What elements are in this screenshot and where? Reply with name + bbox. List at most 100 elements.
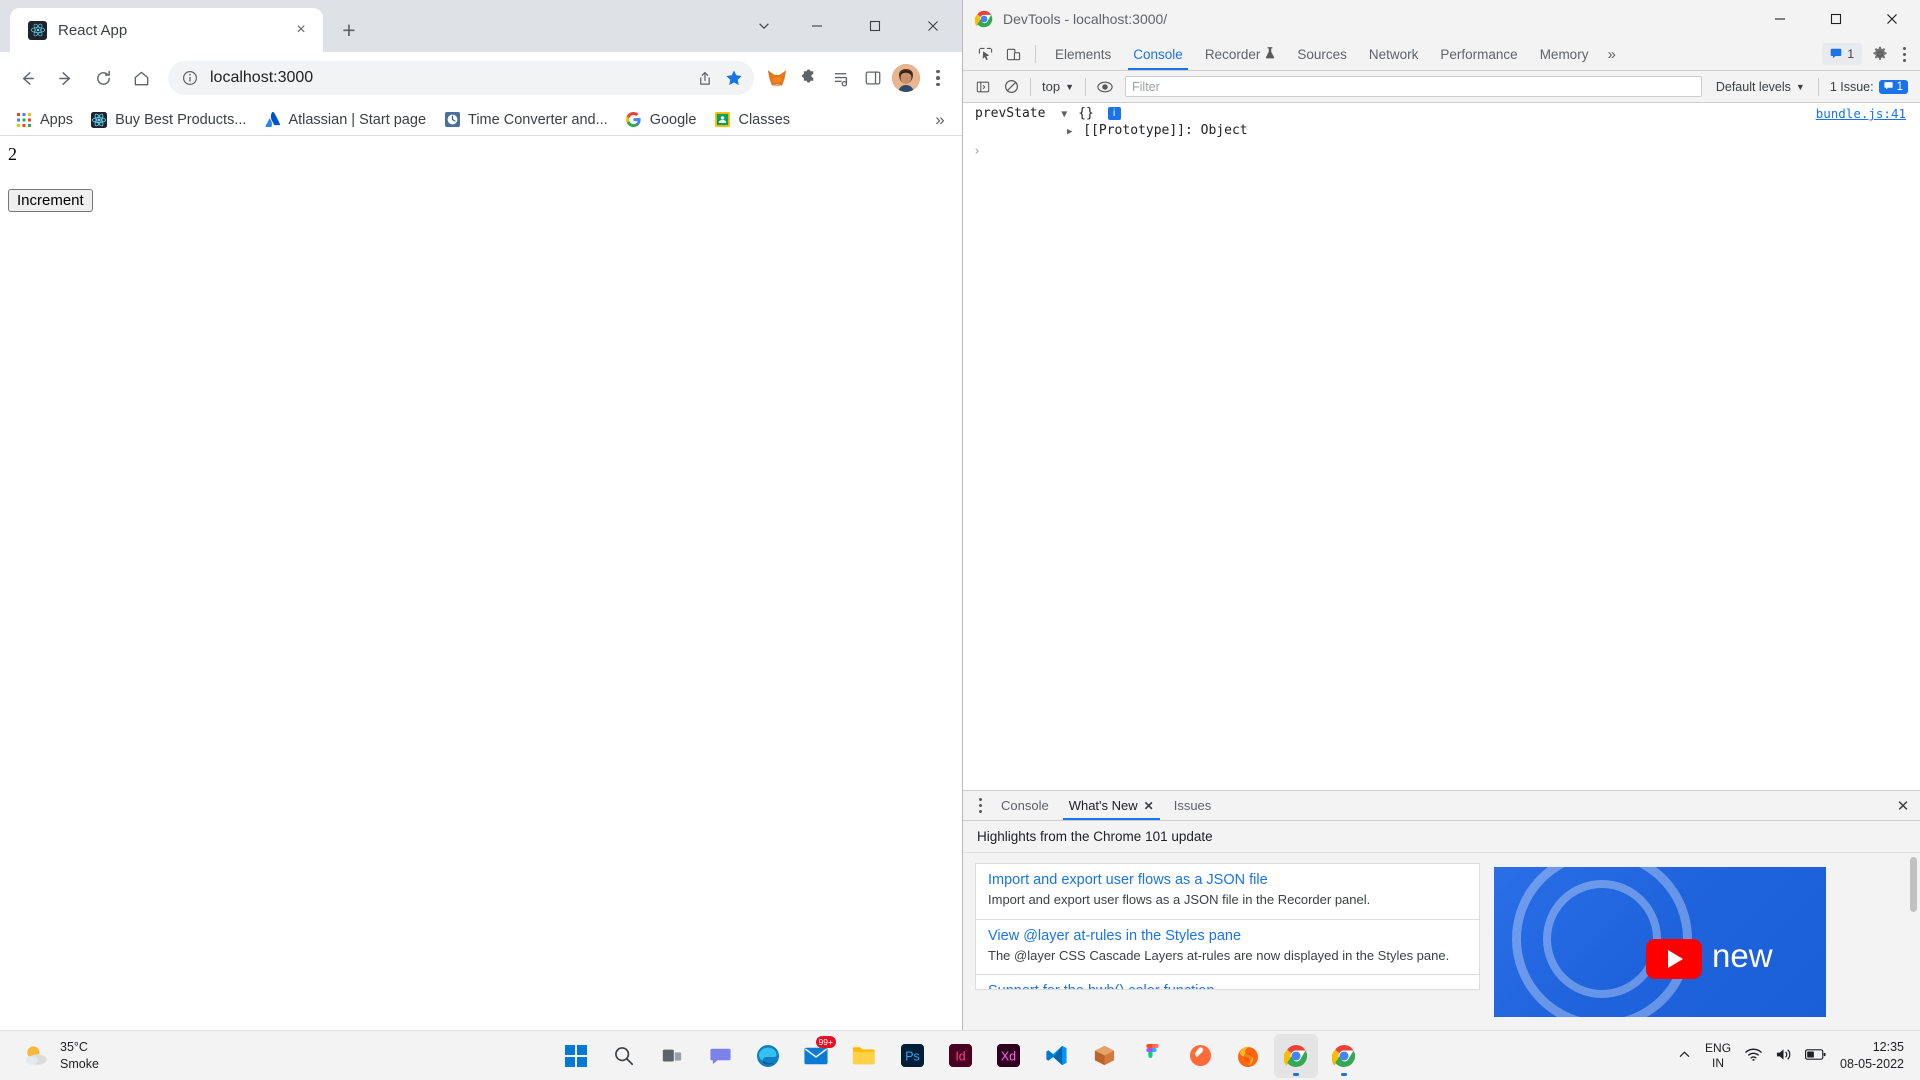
maximize-button[interactable] xyxy=(846,0,904,52)
file-explorer-icon[interactable] xyxy=(842,1034,886,1078)
expand-triangle-icon[interactable]: ▼ xyxy=(1061,109,1067,120)
language-indicator[interactable]: ENG IN xyxy=(1705,1041,1731,1071)
reload-button[interactable] xyxy=(86,61,120,95)
log-levels-selector[interactable]: Default levels ▼ xyxy=(1708,80,1813,94)
whats-new-video-thumbnail[interactable]: new xyxy=(1494,867,1826,1017)
collapse-triangle-icon[interactable]: ▶ xyxy=(1067,127,1072,137)
package-icon[interactable] xyxy=(1082,1034,1126,1078)
back-button[interactable] xyxy=(10,61,44,95)
new-tab-button[interactable]: + xyxy=(334,15,364,45)
device-toolbar-icon[interactable] xyxy=(999,38,1027,70)
wifi-icon[interactable] xyxy=(1745,1047,1762,1065)
close-icon[interactable]: × xyxy=(289,18,313,42)
console-log-entry[interactable]: prevState ▼ {} i bundle.js:41 xyxy=(963,103,1920,121)
metamask-fox-icon[interactable] xyxy=(762,63,792,93)
indesign-icon[interactable]: Id xyxy=(938,1034,982,1078)
mail-icon[interactable]: 99+ xyxy=(794,1034,838,1078)
battery-icon[interactable] xyxy=(1805,1048,1826,1064)
message-count-badge[interactable]: 1 xyxy=(1822,43,1862,65)
scrollbar-thumb[interactable] xyxy=(1910,857,1917,912)
tab-recorder[interactable]: Recorder xyxy=(1194,38,1287,70)
bookmark-google[interactable]: Google xyxy=(618,107,705,133)
info-badge-icon[interactable]: i xyxy=(1107,107,1121,120)
volume-icon[interactable] xyxy=(1775,1047,1792,1065)
gear-icon[interactable] xyxy=(1866,46,1894,62)
whats-new-scrollbar[interactable] xyxy=(1909,857,1918,1026)
home-button[interactable] xyxy=(124,61,158,95)
drawer-tab-console[interactable]: Console xyxy=(991,791,1059,820)
info-circle-icon[interactable] xyxy=(182,70,198,86)
devtools-close-button[interactable] xyxy=(1864,0,1920,38)
tab-performance[interactable]: Performance xyxy=(1429,38,1528,70)
drawer-tab-issues[interactable]: Issues xyxy=(1164,791,1222,820)
clear-console-icon[interactable] xyxy=(997,74,1025,100)
console-source-link[interactable]: bundle.js:41 xyxy=(1816,106,1906,121)
tab-memory[interactable]: Memory xyxy=(1529,38,1600,70)
bookmark-buy-best-products[interactable]: Buy Best Products... xyxy=(83,107,254,133)
execution-context-selector[interactable]: top ▼ xyxy=(1036,79,1080,94)
drawer-more-menu[interactable] xyxy=(969,791,991,820)
star-filled-icon[interactable] xyxy=(720,64,748,92)
console-filter-input[interactable]: Filter xyxy=(1125,76,1702,97)
card-title[interactable]: View @layer at-rules in the Styles pane xyxy=(988,928,1467,944)
taskbar-weather-widget[interactable]: 35°C Smoke xyxy=(0,1039,250,1073)
bookmark-classes[interactable]: Classes xyxy=(706,107,798,133)
card-title[interactable]: Support for the hwb() color function xyxy=(988,983,1467,989)
whats-new-card[interactable]: Import and export user flows as a JSON f… xyxy=(975,863,1480,920)
reading-list-icon[interactable] xyxy=(826,63,856,93)
three-dot-menu[interactable] xyxy=(924,63,952,93)
drawer-close-button[interactable]: ✕ xyxy=(1886,791,1920,820)
firefox-icon[interactable] xyxy=(1226,1034,1270,1078)
bookmark-time-converter[interactable]: Time Converter and... xyxy=(436,107,616,133)
devtools-minimize-button[interactable] xyxy=(1752,0,1808,38)
chevron-down-icon[interactable] xyxy=(740,0,788,52)
drawer-tab-whats-new[interactable]: What's New ✕ xyxy=(1059,791,1164,820)
devtools-more-menu[interactable] xyxy=(1894,46,1914,62)
whats-new-card[interactable]: View @layer at-rules in the Styles pane … xyxy=(975,918,1480,976)
xd-icon[interactable]: Xd xyxy=(986,1034,1030,1078)
minimize-button[interactable] xyxy=(788,0,846,52)
tab-elements[interactable]: Elements xyxy=(1044,38,1122,70)
chat-teams-icon[interactable] xyxy=(698,1034,742,1078)
tab-console[interactable]: Console xyxy=(1122,38,1194,70)
share-icon[interactable] xyxy=(690,64,718,92)
increment-button[interactable]: Increment xyxy=(8,189,93,212)
chrome-icon[interactable] xyxy=(1274,1033,1318,1078)
bookmark-apps[interactable]: Apps xyxy=(8,107,81,133)
tabs-overflow-button[interactable]: » xyxy=(1599,38,1623,70)
figma-icon[interactable] xyxy=(1130,1034,1174,1078)
bookmarks-overflow-button[interactable]: » xyxy=(928,108,952,132)
close-icon[interactable]: ✕ xyxy=(1144,799,1154,813)
postman-icon[interactable] xyxy=(1178,1034,1222,1078)
console-sidebar-icon[interactable] xyxy=(969,74,997,100)
vscode-icon[interactable] xyxy=(1034,1034,1078,1078)
side-panel-icon[interactable] xyxy=(858,63,888,93)
forward-button[interactable] xyxy=(48,61,82,95)
puzzle-extension-icon[interactable] xyxy=(794,63,824,93)
inspect-element-icon[interactable] xyxy=(971,38,999,70)
issues-counter[interactable]: 1 Issue: 1 xyxy=(1824,79,1914,94)
console-input-prompt[interactable]: › xyxy=(963,138,1920,159)
play-button-icon[interactable] xyxy=(1646,939,1702,979)
search-icon[interactable] xyxy=(602,1034,646,1078)
live-expression-icon[interactable] xyxy=(1091,74,1119,100)
photoshop-icon[interactable]: Ps xyxy=(890,1034,934,1078)
start-windows-icon[interactable] xyxy=(554,1034,598,1078)
devtools-maximize-button[interactable] xyxy=(1808,0,1864,38)
avatar[interactable] xyxy=(892,64,920,92)
console-entry-child[interactable]: ▶ [[Prototype]]: Object xyxy=(963,121,1920,138)
edge-browser-icon[interactable] xyxy=(746,1034,790,1078)
close-window-button[interactable] xyxy=(904,0,962,52)
address-bar[interactable]: localhost:3000 xyxy=(168,61,754,95)
task-view-icon[interactable] xyxy=(650,1034,694,1078)
chrome-devtools-icon[interactable] xyxy=(1322,1034,1366,1078)
whats-new-card[interactable]: Support for the hwb() color function xyxy=(975,974,1480,991)
bookmark-atlassian-start-page[interactable]: Atlassian | Start page xyxy=(256,107,434,133)
tab-network[interactable]: Network xyxy=(1358,38,1430,70)
taskbar-clock[interactable]: 12:35 08-05-2022 xyxy=(1840,1039,1904,1072)
tab-sources[interactable]: Sources xyxy=(1286,38,1358,70)
card-title[interactable]: Import and export user flows as a JSON f… xyxy=(988,872,1467,888)
console-output[interactable]: prevState ▼ {} i bundle.js:41 ▶ [[Protot… xyxy=(963,103,1920,790)
browser-tab-react-app[interactable]: React App × xyxy=(10,8,323,52)
show-hidden-icons-chevron[interactable] xyxy=(1678,1048,1691,1064)
